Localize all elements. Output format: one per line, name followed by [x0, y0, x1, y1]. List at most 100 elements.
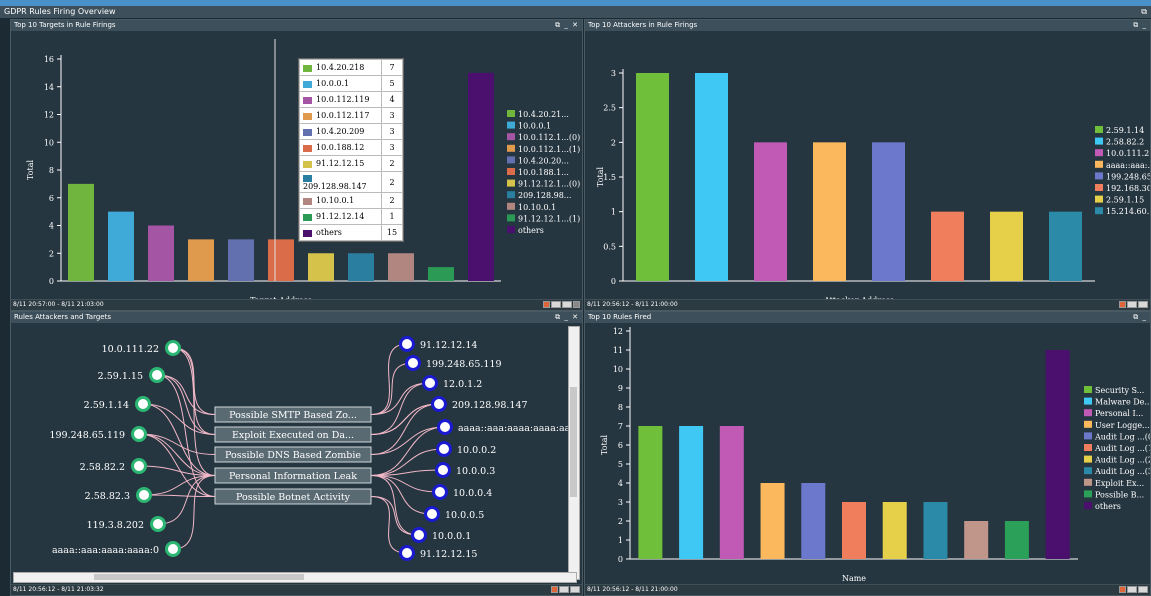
y-tick-label: 2	[618, 517, 623, 526]
legend-swatch	[1095, 207, 1103, 215]
y-tick-label: 4	[49, 222, 54, 231]
refresh-dropdown-button[interactable]	[1127, 301, 1137, 308]
edge-rule-target	[370, 496, 408, 554]
edge-attacker-rule	[156, 374, 216, 497]
view-dropdown-button[interactable]	[1138, 586, 1148, 593]
bar	[719, 426, 744, 559]
bar	[108, 211, 134, 281]
attacker-node	[165, 541, 181, 557]
refresh-dropdown-button[interactable]	[1127, 586, 1137, 593]
tooltip-label-cell: 10.4.20.209	[299, 123, 382, 140]
edge-rule-target	[370, 475, 441, 493]
view-dropdown-button[interactable]	[570, 586, 580, 593]
y-tick-label: 3	[618, 498, 623, 507]
attacker-label: 10.0.111.22	[102, 344, 159, 355]
bar	[428, 267, 454, 281]
bar	[813, 142, 846, 281]
legend-swatch	[507, 156, 515, 164]
alert-icon[interactable]	[551, 586, 558, 593]
y-tick-label: 0.5	[603, 242, 616, 251]
legend-swatch	[1084, 444, 1092, 451]
y-tick-label: 8	[618, 403, 623, 412]
y-tick-label: 3	[611, 69, 616, 78]
bar	[1049, 211, 1082, 281]
y-tick-label: 1	[618, 536, 623, 545]
tooltip-label: 10.0.112.117	[316, 111, 370, 120]
scroll-thumb[interactable]	[94, 574, 304, 580]
legend-label: Audit Log ...(2)	[1094, 456, 1150, 465]
tooltip-label-cell: 10.4.20.218	[299, 59, 382, 76]
tooltip-row: others 15	[299, 224, 403, 241]
target-node	[405, 355, 421, 371]
bar	[308, 253, 334, 281]
panel-window-controls[interactable]: ⧉ _	[1133, 20, 1147, 31]
y-tick-label: 0	[611, 277, 616, 286]
legend-swatch	[1084, 397, 1092, 405]
y-tick-label: 12	[613, 327, 623, 336]
panel-footer: 8/11 20:56:12 - 8/11 21:03:32	[11, 584, 582, 595]
scroll-thumb[interactable]	[570, 387, 577, 497]
attacker-label: 2.59.1.15	[98, 371, 143, 382]
legend-swatch	[1095, 149, 1103, 157]
panel-window-controls[interactable]: ⧉ _ ✕	[555, 20, 579, 31]
tooltip-row: 10.4.20.218 7	[299, 59, 403, 76]
y-tick-label: 12	[44, 111, 54, 120]
tooltip-value: 3	[381, 123, 403, 140]
target-node	[411, 527, 427, 543]
tooltip-label: 10.10.0.1	[316, 196, 355, 205]
y-tick-label: 0	[49, 277, 54, 286]
panel-footer: 8/11 20:56:12 - 8/11 21:00:00	[585, 299, 1150, 310]
refresh-dropdown-button[interactable]	[559, 586, 569, 593]
target-label: 91.12.12.14	[420, 340, 477, 351]
edge-attacker-rule	[142, 403, 216, 435]
tooltip-swatch	[303, 213, 312, 221]
legend-label: others	[1095, 502, 1121, 511]
alert-icon[interactable]	[1119, 301, 1126, 308]
horizontal-scrollbar[interactable]	[13, 572, 577, 583]
legend-swatch	[507, 168, 515, 175]
y-axis-title: Total	[26, 160, 35, 181]
edge-rule-target	[370, 426, 446, 455]
attacker-label: 2.58.82.2	[80, 462, 125, 473]
panel-window-controls[interactable]: ⧉ _ ✕	[555, 312, 579, 323]
target-label: 12.0.1.2	[443, 379, 482, 390]
alert-icon[interactable]	[543, 301, 550, 308]
refresh-dropdown-button[interactable]	[551, 301, 561, 308]
legend-swatch	[1095, 160, 1103, 168]
chart-tooltip: 10.4.20.218 7 10.0.0.1 5 10.0.112.119 4 10.0.1…	[298, 58, 404, 242]
vertical-scrollbar[interactable]	[568, 326, 580, 580]
tooltip-row: 209.128.98.147 2	[299, 171, 403, 193]
legend-label: others	[518, 226, 544, 235]
maximize-icon[interactable]: ⧉	[1141, 6, 1147, 18]
panel-title-bar: Top 10 Targets in Rule Firings ⧉ _ ✕	[11, 20, 582, 31]
legend-label: 10.4.20.20...	[518, 156, 569, 165]
target-label: 10.0.0.2	[457, 445, 496, 456]
attacker-label: 119.3.8.202	[87, 520, 144, 531]
rule-label: Personal Information Leak	[229, 471, 357, 482]
legend-swatch	[1095, 137, 1103, 145]
attacker-node	[149, 367, 165, 383]
tooltip-value: 3	[381, 107, 403, 124]
panel-window-controls[interactable]: ⧉ _	[1133, 312, 1147, 323]
y-tick-label: 1.5	[603, 173, 616, 182]
legend-label: 2.59.1.14	[1106, 126, 1144, 135]
view-dropdown-button[interactable]	[1138, 301, 1148, 308]
tooltip-swatch	[303, 112, 312, 120]
bar	[636, 73, 669, 281]
legend-swatch	[507, 214, 515, 222]
target-label: aaaa::aaa:aaaa:aaaa:aaaa	[458, 423, 568, 434]
legend-swatch	[1084, 420, 1092, 428]
tooltip-table: 10.4.20.218 7 10.0.0.1 5 10.0.112.119 4 10.0.1…	[299, 59, 403, 241]
legend-swatch	[1095, 195, 1103, 203]
bar	[842, 502, 866, 559]
target-node	[436, 441, 452, 457]
legend-swatch	[1095, 126, 1103, 133]
settings-icon[interactable]	[573, 301, 580, 308]
attacker-node	[136, 487, 152, 503]
view-dropdown-button[interactable]	[562, 301, 572, 308]
target-node	[424, 506, 440, 522]
y-tick-label: 6	[618, 441, 623, 450]
legend-label: Possible B...	[1095, 490, 1144, 499]
tooltip-swatch	[303, 80, 312, 88]
alert-icon[interactable]	[1119, 586, 1126, 593]
